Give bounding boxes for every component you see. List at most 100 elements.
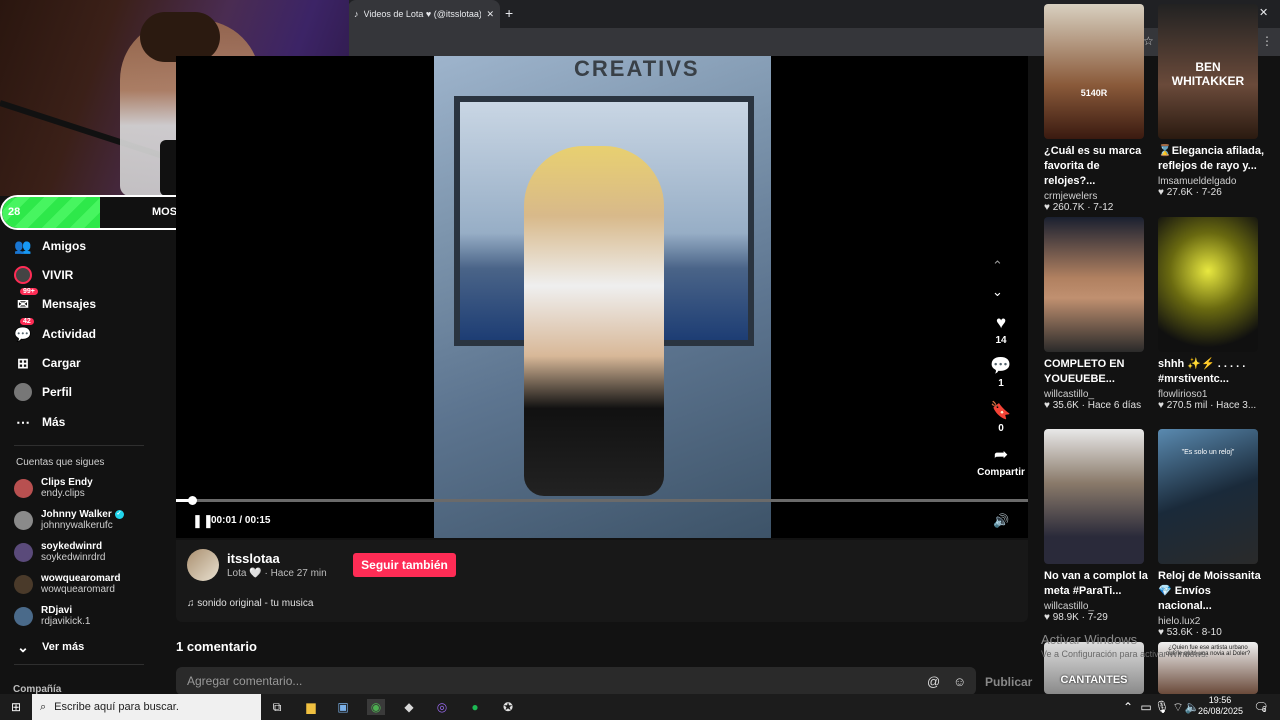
related-thumbnail[interactable] bbox=[1044, 217, 1144, 352]
save-button[interactable]: 🔖 0 bbox=[980, 401, 1022, 434]
nav-item-actividad[interactable]: 💬 42 Actividad bbox=[14, 318, 97, 345]
nav-label: Amigos bbox=[42, 239, 87, 253]
next-video-icon[interactable]: ⌄ bbox=[992, 284, 1003, 300]
nav-item-cargar[interactable]: ⊞ Cargar bbox=[14, 352, 81, 374]
comment-button[interactable]: 💬 1 bbox=[980, 356, 1022, 389]
file-explorer-icon[interactable]: ▆ bbox=[302, 699, 320, 715]
nav-item-amigos[interactable]: 👥 Amigos bbox=[14, 235, 86, 257]
following-item[interactable]: Clips Endy endy.clips bbox=[14, 477, 93, 499]
avatar bbox=[14, 542, 33, 562]
nav-label: VIVIR bbox=[42, 268, 74, 282]
see-more-button[interactable]: ⌄ Ver más bbox=[14, 636, 84, 658]
following-user: soykedwinrdrd bbox=[41, 552, 106, 563]
emoji-icon[interactable]: ☺ bbox=[953, 674, 966, 689]
spotify-icon[interactable]: ● bbox=[466, 699, 484, 715]
related-item[interactable]: ¿Cuál es su marca favorita de relojes?..… bbox=[1044, 144, 1152, 213]
chrome-icon[interactable]: ◉ bbox=[367, 699, 385, 715]
nav-item-perfil[interactable]: Perfil bbox=[14, 381, 72, 403]
search-placeholder: Escribe aquí para buscar. bbox=[54, 701, 179, 713]
video-time: 00:01 / 00:15 bbox=[211, 515, 271, 526]
save-count: 0 bbox=[998, 423, 1004, 434]
windows-start-icon[interactable]: ⊞ bbox=[7, 699, 25, 715]
tray-chevron-icon[interactable]: ⌃ bbox=[1119, 699, 1137, 715]
comment-icon: 💬 bbox=[990, 356, 1012, 375]
thumb-text: "Es solo un reloj" bbox=[1181, 449, 1235, 456]
store-icon[interactable]: ▣ bbox=[334, 699, 352, 715]
related-stats: ♥ 53.6K · 8-10 bbox=[1158, 627, 1222, 638]
nav-item-mas[interactable]: ⋯ Más bbox=[14, 411, 65, 433]
related-item[interactable]: ⌛Elegancia afilada, reflejos de rayo y..… bbox=[1158, 144, 1266, 198]
nav-divider bbox=[14, 664, 144, 665]
bookmark-star-icon[interactable]: ☆ bbox=[1143, 34, 1154, 48]
related-item[interactable]: Reloj de Moissanita 💎 Envíos nacional...… bbox=[1158, 569, 1266, 638]
tab-close-icon[interactable]: ✕ bbox=[486, 9, 494, 20]
related-item[interactable]: No van a complot la meta #ParaTi... will… bbox=[1044, 569, 1152, 623]
video-character bbox=[524, 146, 664, 496]
follow-button[interactable]: Seguir también bbox=[353, 553, 456, 577]
author-username[interactable]: itsslotaa bbox=[227, 551, 280, 566]
browser-tab[interactable]: ♪ Videos de Lota ♥ (@itsslotaa) ✕ bbox=[348, 0, 500, 28]
following-name: wowquearomard bbox=[41, 573, 121, 584]
following-name: soykedwinrd bbox=[41, 541, 103, 552]
share-label: Compartir bbox=[977, 467, 1025, 478]
discord-icon[interactable]: ◎ bbox=[433, 699, 451, 715]
nav-item-mensajes[interactable]: ✉ 99+ Mensajes bbox=[14, 288, 97, 315]
streamer-hair bbox=[140, 12, 220, 62]
previous-video-icon[interactable]: ⌃ bbox=[992, 258, 1003, 274]
roblox-icon[interactable]: ◆ bbox=[400, 699, 418, 715]
following-item[interactable]: soykedwinrd soykedwinrdrd bbox=[14, 541, 105, 563]
nav-label: Actividad bbox=[42, 327, 97, 341]
related-thumbnail[interactable] bbox=[1158, 217, 1258, 352]
like-button[interactable]: ♥ 14 bbox=[980, 313, 1022, 346]
share-button[interactable]: ➦ Compartir bbox=[976, 445, 1026, 478]
new-tab-button[interactable]: + bbox=[505, 5, 513, 21]
related-user: hielo.lux2 bbox=[1158, 616, 1201, 627]
close-window-button[interactable]: ✕ bbox=[1259, 6, 1268, 19]
taskbar-clock[interactable]: 19:56 26/08/2025 bbox=[1198, 695, 1243, 717]
following-user: johnnywalkerufc bbox=[41, 520, 113, 531]
comment-input[interactable] bbox=[176, 667, 976, 695]
search-icon: ⌕ bbox=[40, 700, 47, 713]
video-progress-track[interactable] bbox=[176, 499, 1028, 502]
video-progress-handle[interactable] bbox=[188, 496, 197, 505]
related-user: crmjewelers bbox=[1044, 191, 1098, 202]
following-item[interactable]: wowquearomard wowquearomard bbox=[14, 573, 120, 595]
nav-label: Mensajes bbox=[42, 297, 97, 311]
more-icon: ⋯ bbox=[16, 413, 30, 430]
related-item[interactable]: COMPLETO EN YOUEUEBE... willcastillo_ ♥ … bbox=[1044, 357, 1152, 411]
comment-count: 1 bbox=[998, 378, 1004, 389]
nav-divider bbox=[14, 445, 144, 446]
related-thumbnail[interactable] bbox=[1044, 429, 1144, 564]
related-thumbnail[interactable]: BEN WHITAKKER bbox=[1158, 4, 1258, 139]
author-avatar[interactable] bbox=[187, 549, 219, 581]
nav-label: Perfil bbox=[42, 385, 73, 399]
video-frame[interactable]: CREATIVS bbox=[434, 56, 771, 538]
related-title: shhh ✨⚡ . . . . . #mrstiventc... bbox=[1158, 358, 1246, 385]
activate-windows-subtitle: Ve a Configuración para activar Windows. bbox=[1041, 649, 1209, 659]
nav-item-vivir[interactable]: VIVIR bbox=[14, 264, 73, 286]
music-link[interactable]: ♫ sonido original - tu musica bbox=[187, 598, 313, 609]
video-brand-text: CREATIVS bbox=[574, 56, 700, 81]
related-title: ⌛Elegancia afilada, reflejos de rayo y..… bbox=[1158, 145, 1265, 172]
publish-button[interactable]: Publicar bbox=[985, 675, 1032, 689]
app-icon[interactable]: ✪ bbox=[499, 699, 517, 715]
heart-icon: ♥ bbox=[995, 313, 1007, 332]
notifications-icon[interactable]: 🗨 bbox=[1252, 699, 1270, 715]
taskbar-search[interactable]: ⌕ Escribe aquí para buscar. bbox=[32, 694, 261, 720]
mention-icon[interactable]: @ bbox=[927, 674, 940, 689]
tiktok-icon: ♪ bbox=[354, 9, 359, 19]
related-stats: ♥ 270.5 mil · Hace 3... bbox=[1158, 400, 1257, 411]
thumb-text: BEN WHITAKKER bbox=[1171, 60, 1245, 88]
related-item[interactable]: shhh ✨⚡ . . . . . #mrstiventc... flowlir… bbox=[1158, 357, 1266, 411]
messages-icon: ✉ 99+ bbox=[14, 288, 38, 313]
following-item[interactable]: Johnny Walker ✓ johnnywalkerufc bbox=[14, 509, 124, 531]
related-thumbnail[interactable]: "Es solo un reloj" bbox=[1158, 429, 1258, 564]
related-thumbnail[interactable]: 5140R bbox=[1044, 4, 1144, 139]
upload-icon: ⊞ bbox=[17, 354, 29, 371]
browser-menu-icon[interactable]: ⋮ bbox=[1261, 34, 1273, 48]
avatar bbox=[14, 574, 33, 594]
like-count: 14 bbox=[995, 335, 1007, 346]
task-view-icon[interactable]: ⧉ bbox=[268, 699, 286, 715]
following-item[interactable]: RDjavi rdjavikick.1 bbox=[14, 605, 90, 627]
volume-icon[interactable]: 🔊 bbox=[993, 513, 1009, 529]
